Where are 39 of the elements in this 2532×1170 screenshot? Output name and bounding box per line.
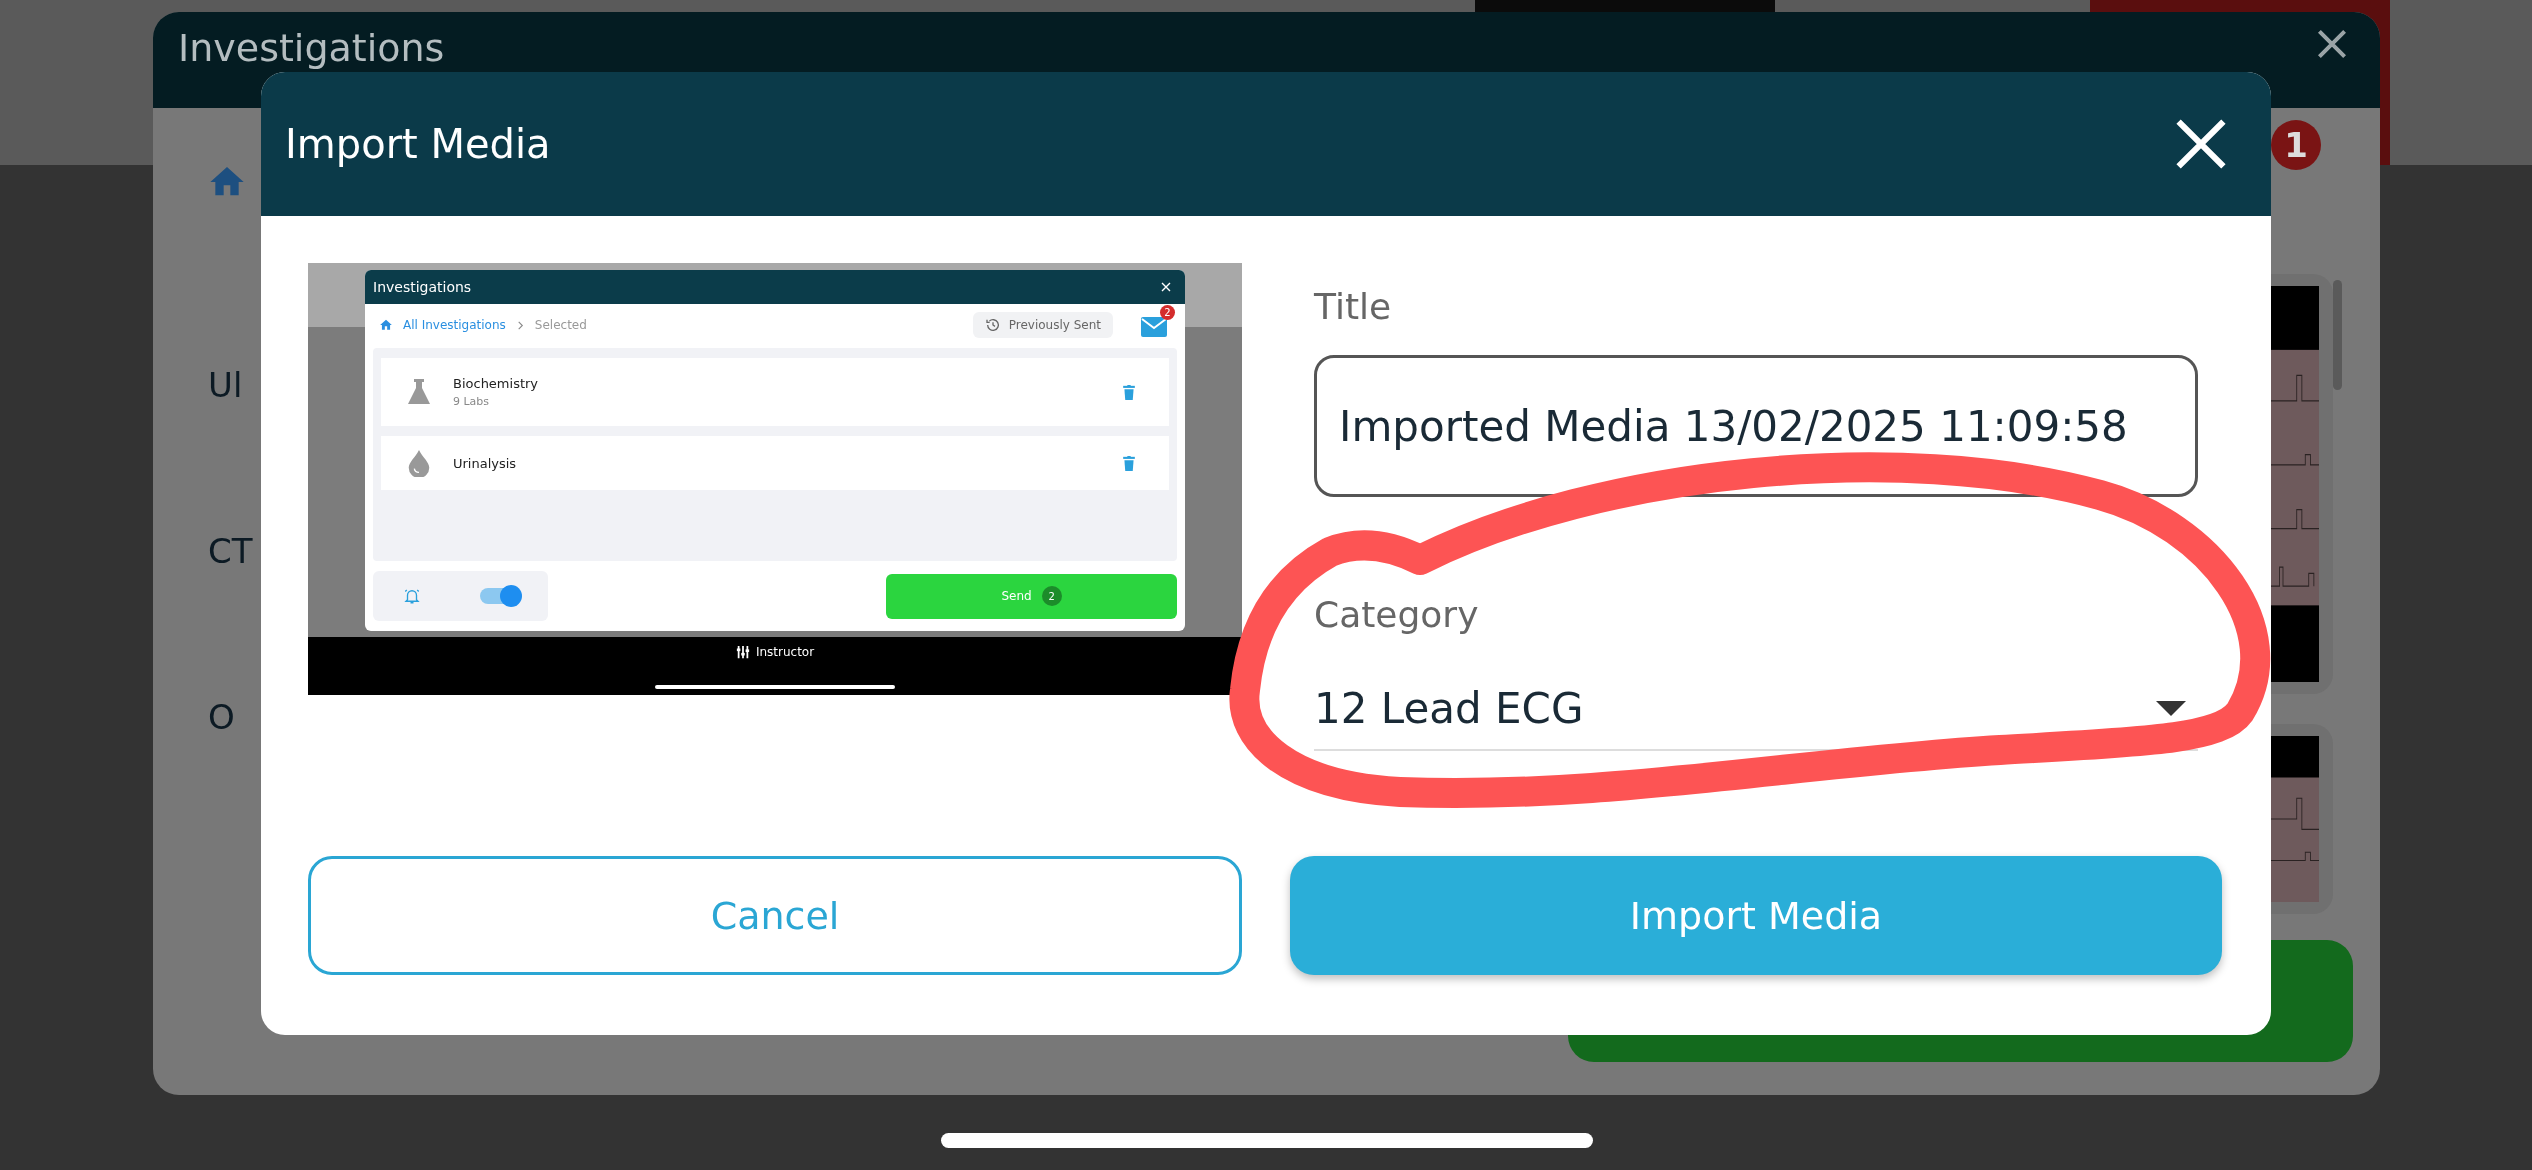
dialog-title: Import Media xyxy=(285,121,551,167)
investigation-detail: 9 Labs xyxy=(453,395,491,408)
home-icon[interactable] xyxy=(379,318,393,332)
sliders-icon[interactable] xyxy=(735,645,750,659)
media-thumbnail[interactable] xyxy=(2271,274,2333,694)
bell-icon[interactable] xyxy=(402,587,421,605)
flask-icon xyxy=(407,378,431,406)
count-badge: 2 xyxy=(1041,586,1062,606)
close-icon[interactable] xyxy=(1161,282,1171,292)
category-dropdown[interactable]: 12 Lead ECG xyxy=(1314,667,2198,751)
trash-icon[interactable] xyxy=(1123,455,1135,471)
window-title: Investigations xyxy=(178,26,445,70)
media-thumbnail[interactable] xyxy=(2271,724,2333,914)
investigation-row[interactable]: Biochemistry 9 Labs xyxy=(381,358,1169,426)
investigation-row[interactable]: Urinalysis xyxy=(381,436,1169,490)
notification-badge: 2 xyxy=(1160,305,1175,320)
breadcrumb[interactable]: Selected xyxy=(534,318,587,332)
list-item-label: Ul xyxy=(208,364,243,407)
investigation-name: Urinalysis xyxy=(453,455,518,471)
list-item-label: CT xyxy=(208,530,253,573)
field-label: Category xyxy=(1314,593,1479,637)
cancel-button[interactable]: Cancel xyxy=(308,856,1242,975)
history-icon xyxy=(984,317,1001,333)
scrollbar[interactable] xyxy=(2333,280,2342,390)
previously-sent-button[interactable]: Previously Sent xyxy=(972,312,1113,338)
list-item-label: O xyxy=(208,696,235,739)
window-title: Investigations xyxy=(373,279,472,295)
notification-badge: 1 xyxy=(2271,120,2321,170)
mail-icon[interactable] xyxy=(1141,317,1167,337)
trash-icon[interactable] xyxy=(1123,384,1135,400)
send-button[interactable]: Send 2 xyxy=(886,573,1177,619)
instructor-label: Instructor xyxy=(755,645,815,659)
drop-icon xyxy=(407,449,431,477)
field-label: Title xyxy=(1314,285,1392,329)
toggle-switch[interactable] xyxy=(480,588,519,604)
caret-icon xyxy=(2156,700,2186,716)
breadcrumb[interactable]: All Investigations xyxy=(403,318,506,332)
investigation-name: Biochemistry xyxy=(453,376,540,391)
chevron-icon xyxy=(515,320,525,330)
